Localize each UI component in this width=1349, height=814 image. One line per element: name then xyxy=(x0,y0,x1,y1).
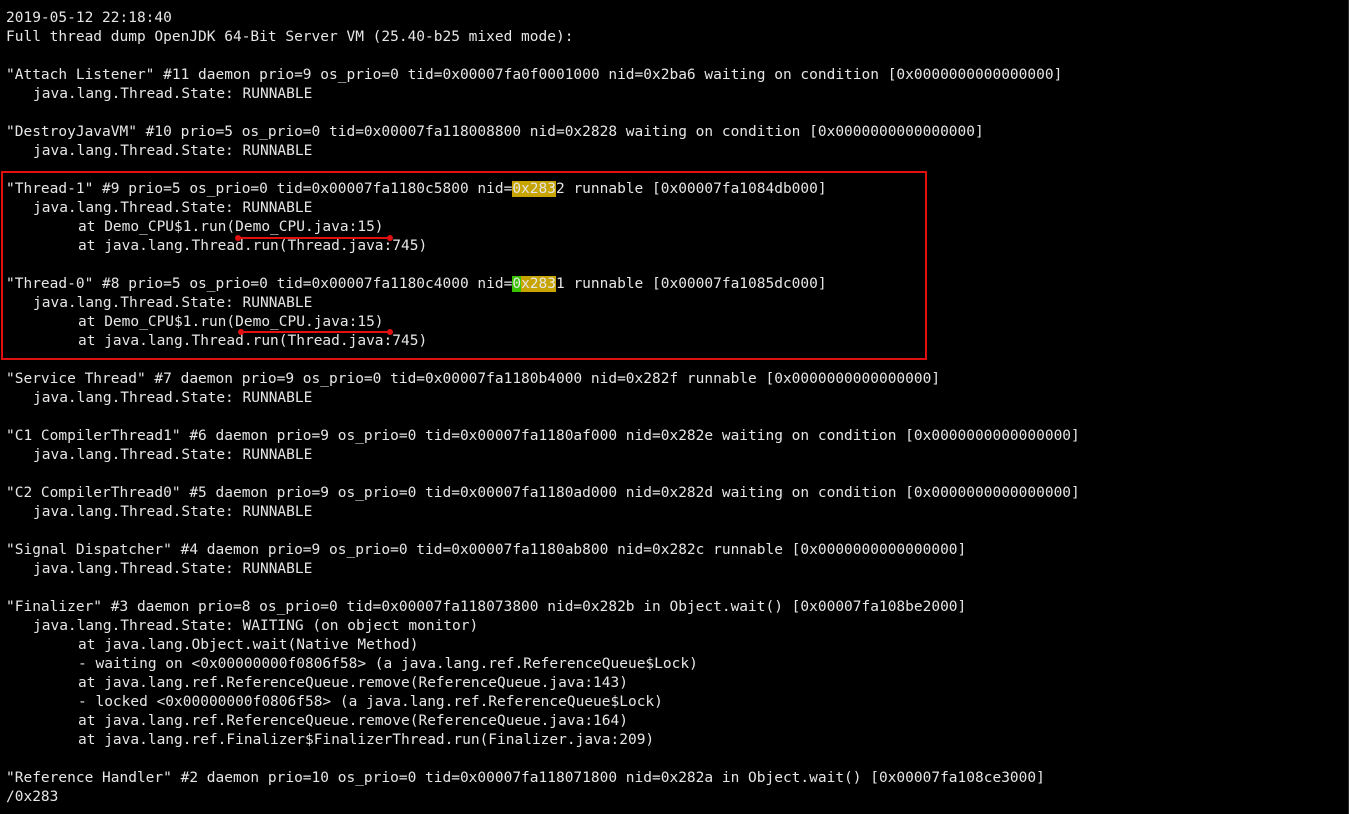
stack-frame: at java.lang.ref.ReferenceQueue.remove(R… xyxy=(78,713,628,729)
source-underline-thread-1 xyxy=(235,235,393,241)
stack-frame: - waiting on <0x00000000f0806f58> (a jav… xyxy=(78,656,698,672)
dump-header: Full thread dump OpenJDK 64-Bit Server V… xyxy=(6,29,574,45)
thread-header-c1-compiler: "C1 CompilerThread1" #6 daemon prio=9 os… xyxy=(6,428,1080,444)
stack-frame: at java.lang.Thread.run(Thread.java:745) xyxy=(78,333,428,349)
stack-frame: - locked <0x00000000f0806f58> (a java.la… xyxy=(78,694,663,710)
stack-frame: at Demo_CPU$1.run(Demo_CPU.java:15) xyxy=(78,219,384,235)
thread-header-attach-listener: "Attach Listener" #11 daemon prio=9 os_p… xyxy=(6,67,1063,83)
thread-header-service-thread: "Service Thread" #7 daemon prio=9 os_pri… xyxy=(6,371,941,387)
thread-header-destroyjavavm: "DestroyJavaVM" #10 prio=5 os_prio=0 tid… xyxy=(6,124,984,140)
search-prompt[interactable]: /0x283 xyxy=(6,788,1080,807)
thread-header-c2-compiler: "C2 CompilerThread0" #5 daemon prio=9 os… xyxy=(6,485,1080,501)
thread-header-finalizer: "Finalizer" #3 daemon prio=8 os_prio=0 t… xyxy=(6,599,967,615)
nid-highlight: x283 xyxy=(521,276,556,292)
thread-header-signal-dispatcher: "Signal Dispatcher" #4 daemon prio=9 os_… xyxy=(6,542,967,558)
stack-frame: at java.lang.ref.Finalizer$FinalizerThre… xyxy=(78,732,655,748)
thread-state: java.lang.Thread.State: RUNNABLE xyxy=(33,561,313,577)
thread-state: java.lang.Thread.State: RUNNABLE xyxy=(33,295,313,311)
stack-frame: at java.lang.Thread.run(Thread.java:745) xyxy=(78,238,428,254)
thread-header-thread-0: "Thread-0" #8 prio=5 os_prio=0 tid=0x000… xyxy=(6,275,1080,294)
stack-frame: at java.lang.ref.ReferenceQueue.remove(R… xyxy=(78,675,628,691)
stack-frame: at Demo_CPU$1.run(Demo_CPU.java:15) xyxy=(78,314,384,330)
thread-dump-output: 2019-05-12 22:18:40 Full thread dump Open… xyxy=(6,9,1080,807)
dump-timestamp: 2019-05-12 22:18:40 xyxy=(6,10,172,26)
thread-state: java.lang.Thread.State: WAITING (on obje… xyxy=(33,618,479,634)
thread-header-prefix: "Thread-1" #9 prio=5 os_prio=0 tid=0x000… xyxy=(6,181,513,197)
thread-header-suffix: 2 runnable [0x00007fa1084db000] xyxy=(555,181,827,197)
thread-header-thread-1: "Thread-1" #9 prio=5 os_prio=0 tid=0x000… xyxy=(6,180,1080,199)
terminal-window[interactable]: 2019-05-12 22:18:40 Full thread dump Open… xyxy=(0,0,1349,814)
thread-state: java.lang.Thread.State: RUNNABLE xyxy=(33,143,313,159)
thread-header-suffix: 1 runnable [0x00007fa1085dc000] xyxy=(555,276,827,292)
nid-highlight-green: 0 xyxy=(512,276,522,292)
nid-highlight: 0x283 xyxy=(512,181,556,197)
thread-state: java.lang.Thread.State: RUNNABLE xyxy=(33,390,313,406)
stack-frame: at java.lang.Object.wait(Native Method) xyxy=(78,637,419,653)
thread-state: java.lang.Thread.State: RUNNABLE xyxy=(33,504,313,520)
thread-state: java.lang.Thread.State: RUNNABLE xyxy=(33,86,313,102)
source-underline-thread-0 xyxy=(238,329,393,335)
thread-state: java.lang.Thread.State: RUNNABLE xyxy=(33,447,313,463)
thread-state: java.lang.Thread.State: RUNNABLE xyxy=(33,200,313,216)
thread-header-reference-handler: "Reference Handler" #2 daemon prio=10 os… xyxy=(6,770,1045,786)
thread-header-prefix: "Thread-0" #8 prio=5 os_prio=0 tid=0x000… xyxy=(6,276,513,292)
